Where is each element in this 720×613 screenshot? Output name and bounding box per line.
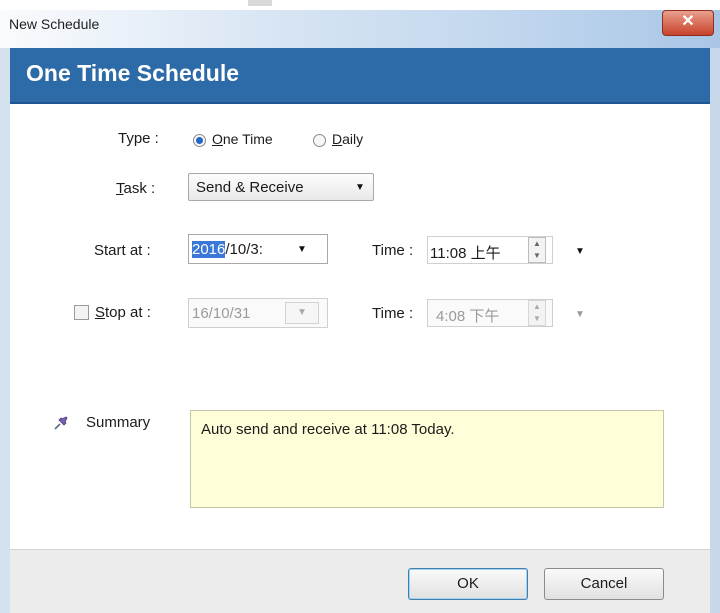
stop-time-dropdown-icon[interactable]: ▼ bbox=[575, 309, 585, 320]
start-time-dropdown-icon[interactable]: ▼ bbox=[575, 246, 585, 257]
dialog-header: One Time Schedule bbox=[10, 48, 710, 104]
cancel-button[interactable]: Cancel bbox=[544, 568, 664, 600]
window-frame-left bbox=[0, 48, 10, 613]
start-at-label: Start at : bbox=[94, 242, 151, 259]
start-time-spinner[interactable]: ▲ ▼ bbox=[528, 237, 546, 263]
pin-icon bbox=[52, 414, 70, 432]
start-date-dropdown-icon[interactable]: ▼ bbox=[297, 244, 307, 255]
chevron-down-icon: ▼ bbox=[355, 182, 365, 193]
close-icon: ✕ bbox=[681, 13, 695, 30]
radio-one-time[interactable] bbox=[193, 134, 206, 147]
summary-box: Auto send and receive at 11:08 Today. bbox=[190, 410, 664, 508]
start-time-label: Time : bbox=[372, 242, 414, 259]
start-time-field[interactable]: 11:08 上午 ▲ ▼ bbox=[427, 236, 553, 264]
dialog-title: One Time Schedule bbox=[26, 60, 240, 86]
calendar-dropdown-icon[interactable]: ▼ bbox=[285, 302, 319, 324]
spin-down-icon[interactable]: ▼ bbox=[529, 313, 545, 325]
title-bar-top-strip bbox=[0, 0, 720, 10]
ok-button[interactable]: OK bbox=[408, 568, 528, 600]
type-label: Type : bbox=[118, 130, 159, 147]
window-frame-right bbox=[710, 48, 720, 613]
stop-time-label: Time : bbox=[372, 305, 414, 322]
stop-date-field[interactable]: 16/10/31 ▼ bbox=[188, 298, 328, 328]
stop-at-label[interactable]: Stop at : bbox=[95, 304, 151, 321]
stop-time-spinner[interactable]: ▲ ▼ bbox=[528, 300, 546, 326]
spin-down-icon[interactable]: ▼ bbox=[529, 250, 545, 262]
summary-label: Summary bbox=[86, 414, 151, 431]
stop-at-checkbox[interactable] bbox=[74, 305, 89, 320]
start-time-value: 11:08 上午 bbox=[430, 245, 501, 262]
task-select[interactable]: Send & Receive ▼ bbox=[188, 173, 374, 201]
radio-daily[interactable] bbox=[313, 134, 326, 147]
stop-time-field[interactable]: 4:08 下午 ▲ ▼ bbox=[427, 299, 553, 327]
radio-daily-label[interactable]: Daily bbox=[332, 131, 363, 147]
task-label: Task : bbox=[116, 180, 156, 197]
start-date-field[interactable]: 2016/10/3: ▼ bbox=[188, 234, 328, 264]
radio-one-time-label[interactable]: One Time bbox=[212, 131, 273, 147]
stop-time-value: 4:08 下午 bbox=[436, 308, 500, 325]
close-button[interactable]: ✕ bbox=[662, 10, 714, 36]
start-date-value: 2016/10/3: bbox=[192, 241, 263, 258]
window-title: New Schedule bbox=[9, 16, 100, 32]
title-bar-mark bbox=[248, 0, 272, 6]
spin-up-icon[interactable]: ▲ bbox=[529, 238, 545, 250]
stop-date-value: 16/10/31 bbox=[192, 305, 251, 322]
task-select-value: Send & Receive bbox=[196, 179, 304, 196]
summary-text: Auto send and receive at 11:08 Today. bbox=[201, 421, 455, 438]
spin-up-icon[interactable]: ▲ bbox=[529, 301, 545, 313]
